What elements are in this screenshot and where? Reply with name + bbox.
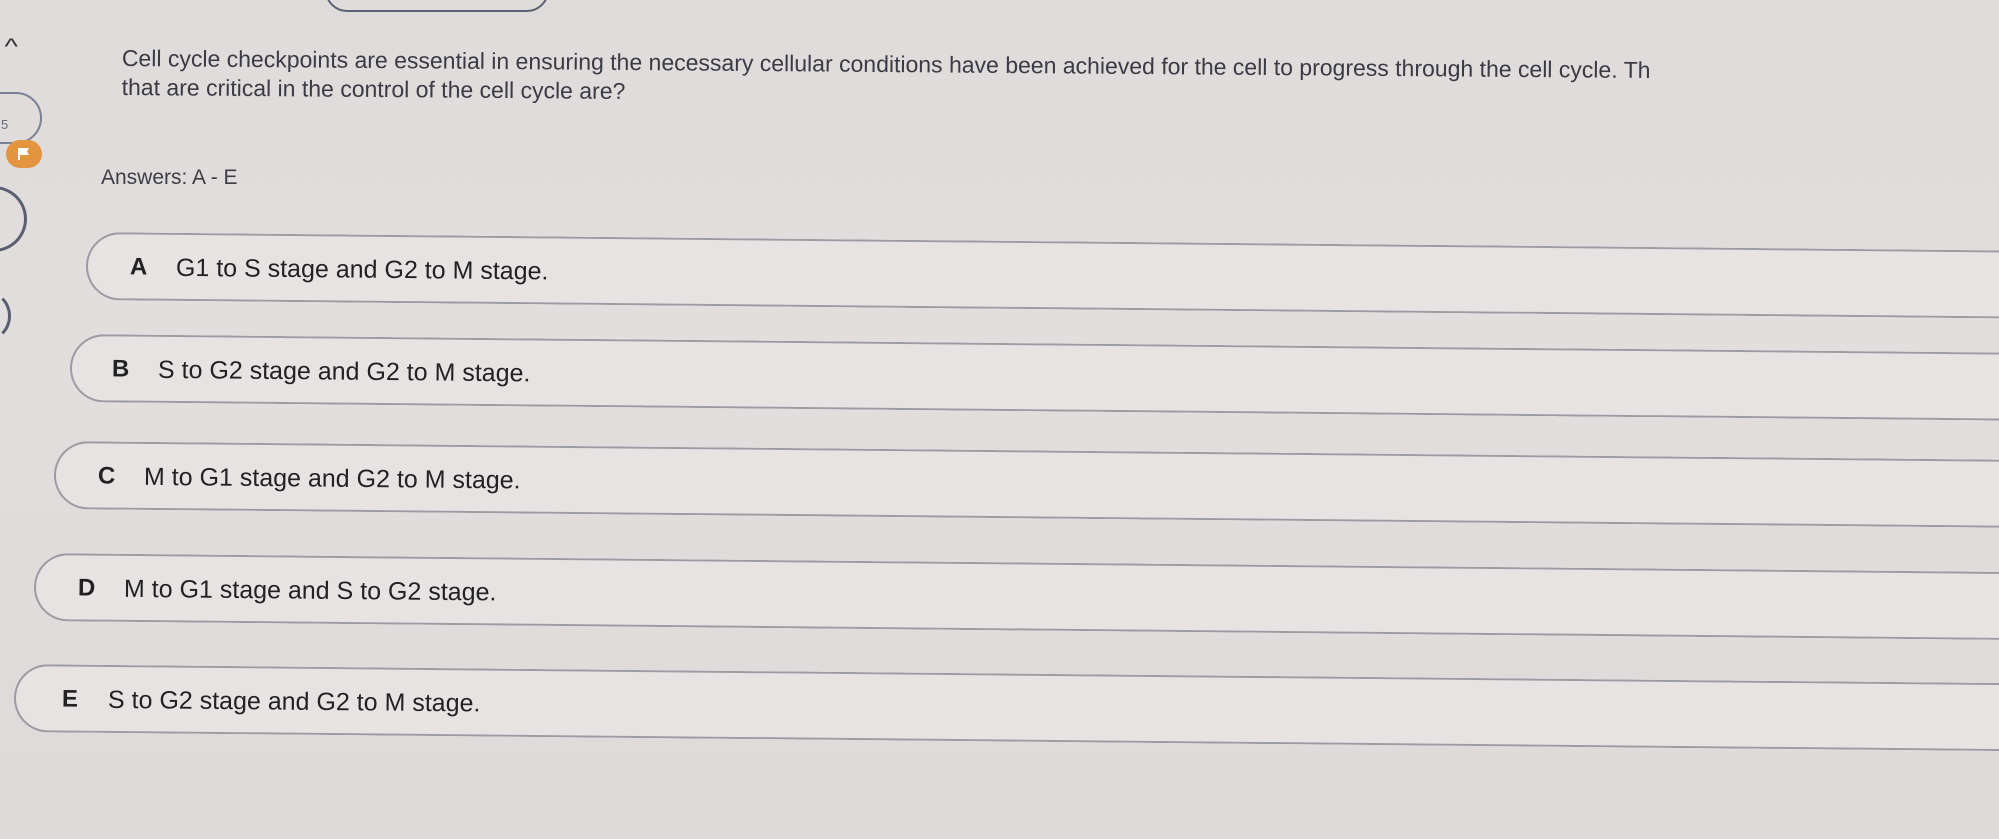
answers-label: Answers: A - E <box>101 166 238 189</box>
option-text: M to G1 stage and G2 to M stage. <box>143 462 521 495</box>
question-number: 5 <box>1 117 9 132</box>
question-nav-item[interactable] <box>0 290 11 342</box>
option-letter: E <box>61 685 79 713</box>
question-nav-item[interactable] <box>0 186 27 252</box>
option-text: S to G2 stage and G2 to M stage. <box>157 355 531 388</box>
option-text: M to G1 stage and S to G2 stage. <box>123 574 497 607</box>
option-d[interactable]: D M to G1 stage and S to G2 stage. <box>33 553 1999 641</box>
option-text: S to G2 stage and G2 to M stage. <box>107 685 481 718</box>
option-text: G1 to S stage and G2 to M stage. <box>175 253 549 286</box>
option-letter: C <box>97 462 116 490</box>
option-b[interactable]: B S to G2 stage and G2 to M stage. <box>69 334 1999 421</box>
question-text: Cell cycle checkpoints are essential in … <box>121 44 1651 104</box>
option-e[interactable]: E S to G2 stage and G2 to M stage. <box>13 664 1999 752</box>
chevron-up-icon[interactable]: ^ <box>4 34 17 60</box>
option-a[interactable]: A G1 to S stage and G2 to M stage. <box>85 232 1999 319</box>
option-letter: D <box>77 574 96 602</box>
top-tab-button[interactable] <box>325 0 549 12</box>
option-letter: A <box>129 253 148 281</box>
flag-icon[interactable] <box>6 140 42 168</box>
option-letter: B <box>111 355 130 383</box>
option-c[interactable]: C M to G1 stage and G2 to M stage. <box>53 441 1999 529</box>
